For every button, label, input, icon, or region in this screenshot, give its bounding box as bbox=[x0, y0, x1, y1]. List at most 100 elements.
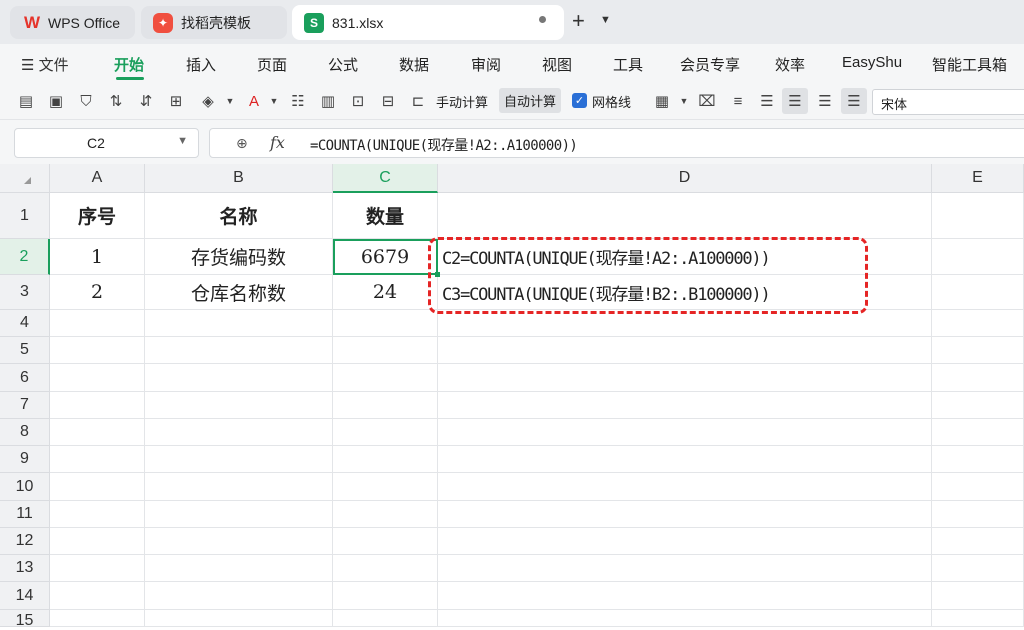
menu-formula[interactable]: 公式 bbox=[328, 54, 358, 75]
cell-c13[interactable] bbox=[333, 555, 438, 582]
menu-review[interactable]: 审阅 bbox=[471, 54, 501, 75]
cell-e1[interactable] bbox=[932, 193, 1024, 239]
cell-a5[interactable] bbox=[50, 337, 145, 364]
cell-e6[interactable] bbox=[932, 364, 1024, 392]
chevron-down-icon[interactable]: ▼ bbox=[674, 91, 694, 111]
font-family-select[interactable]: 宋体 bbox=[872, 89, 1024, 115]
cell-a7[interactable] bbox=[50, 392, 145, 419]
cell-c14[interactable] bbox=[333, 582, 438, 610]
cell-a8[interactable] bbox=[50, 419, 145, 446]
cell-d2[interactable]: C2=COUNTA(UNIQUE(现存量!A2:.A100000)) bbox=[438, 239, 932, 275]
clipboard-icon[interactable]: ▣ bbox=[46, 91, 66, 111]
row-header-7[interactable]: 7 bbox=[0, 392, 50, 419]
align-top-icon[interactable]: ≡ bbox=[728, 91, 748, 111]
cell-d8[interactable] bbox=[438, 419, 932, 446]
zoom-search-icon[interactable]: ⊕ bbox=[236, 135, 248, 152]
cell-c12[interactable] bbox=[333, 528, 438, 555]
cell-a13[interactable] bbox=[50, 555, 145, 582]
fit-icon[interactable]: ⊡ bbox=[348, 91, 368, 111]
cell-b2[interactable]: 存货编码数 bbox=[145, 239, 333, 275]
menu-efficiency[interactable]: 效率 bbox=[775, 54, 805, 75]
cell-a2[interactable]: 1 bbox=[50, 239, 145, 275]
menu-view[interactable]: 视图 bbox=[542, 54, 572, 75]
cell-b11[interactable] bbox=[145, 501, 333, 528]
row-header-15[interactable]: 15 bbox=[0, 610, 50, 629]
cell-e8[interactable] bbox=[932, 419, 1024, 446]
cell-c7[interactable] bbox=[333, 392, 438, 419]
cell-d10[interactable] bbox=[438, 473, 932, 501]
table-style-icon[interactable]: ▦ bbox=[652, 91, 672, 111]
row-header-2[interactable]: 2 bbox=[0, 239, 50, 275]
align-middle-icon[interactable]: ☰ bbox=[844, 91, 864, 111]
paste-values-icon[interactable]: ▤ bbox=[16, 91, 36, 111]
unsaved-dot-icon[interactable] bbox=[539, 16, 546, 23]
menu-member[interactable]: 会员专享 bbox=[680, 54, 740, 75]
column-header-e[interactable]: E bbox=[932, 164, 1024, 193]
cell-e3[interactable] bbox=[932, 275, 1024, 310]
fill-handle[interactable] bbox=[435, 272, 440, 277]
cell-b14[interactable] bbox=[145, 582, 333, 610]
fill-color-icon[interactable]: ◈ bbox=[198, 91, 218, 111]
cell-c5[interactable] bbox=[333, 337, 438, 364]
cell-e14[interactable] bbox=[932, 582, 1024, 610]
row-header-4[interactable]: 4 bbox=[0, 310, 50, 337]
cell-e7[interactable] bbox=[932, 392, 1024, 419]
cell-e13[interactable] bbox=[932, 555, 1024, 582]
cell-e11[interactable] bbox=[932, 501, 1024, 528]
chevron-down-icon[interactable]: ▼ bbox=[220, 91, 240, 111]
cell-b3[interactable]: 仓库名称数 bbox=[145, 275, 333, 310]
cell-e15[interactable] bbox=[932, 610, 1024, 627]
row-header-1[interactable]: 1 bbox=[0, 193, 50, 239]
row-header-14[interactable]: 14 bbox=[0, 582, 50, 610]
cell-b12[interactable] bbox=[145, 528, 333, 555]
cell-d9[interactable] bbox=[438, 446, 932, 473]
convert-icon[interactable]: ⊟ bbox=[378, 91, 398, 111]
cell-a9[interactable] bbox=[50, 446, 145, 473]
cell-c10[interactable] bbox=[333, 473, 438, 501]
new-tab-plus-icon[interactable]: + bbox=[572, 8, 585, 34]
cell-b6[interactable] bbox=[145, 364, 333, 392]
tab-docer-templates[interactable]: ✦ 找稻壳模板 bbox=[141, 6, 287, 39]
font-color-icon[interactable]: A bbox=[244, 91, 264, 111]
cell-e2[interactable] bbox=[932, 239, 1024, 275]
borders-icon[interactable]: ⊞ bbox=[166, 91, 186, 111]
cell-d5[interactable] bbox=[438, 337, 932, 364]
cell-d6[interactable] bbox=[438, 364, 932, 392]
sort-ascending-icon[interactable]: ⇅ bbox=[106, 91, 126, 111]
cell-a4[interactable] bbox=[50, 310, 145, 337]
column-header-d[interactable]: D bbox=[438, 164, 932, 193]
tab-wps-office[interactable]: W WPS Office bbox=[10, 6, 135, 39]
cell-b7[interactable] bbox=[145, 392, 333, 419]
align-center-icon[interactable]: ☰ bbox=[785, 91, 805, 111]
cell-a12[interactable] bbox=[50, 528, 145, 555]
tab-831-xlsx[interactable]: S 831.xlsx bbox=[292, 5, 564, 40]
row-header-10[interactable]: 10 bbox=[0, 473, 50, 501]
menu-home[interactable]: 开始 bbox=[114, 54, 144, 75]
menu-insert[interactable]: 插入 bbox=[186, 54, 216, 75]
cell-c3[interactable]: 24 bbox=[333, 275, 438, 310]
format-icon[interactable]: ☷ bbox=[288, 91, 308, 111]
cell-e5[interactable] bbox=[932, 337, 1024, 364]
cell-a6[interactable] bbox=[50, 364, 145, 392]
cell-e12[interactable] bbox=[932, 528, 1024, 555]
cell-b15[interactable] bbox=[145, 610, 333, 627]
cell-d7[interactable] bbox=[438, 392, 932, 419]
cell-c11[interactable] bbox=[333, 501, 438, 528]
row-header-6[interactable]: 6 bbox=[0, 364, 50, 392]
cell-d13[interactable] bbox=[438, 555, 932, 582]
row-header-8[interactable]: 8 bbox=[0, 419, 50, 446]
cell-a11[interactable] bbox=[50, 501, 145, 528]
select-all-corner[interactable] bbox=[0, 164, 50, 193]
cell-b4[interactable] bbox=[145, 310, 333, 337]
menu-smart-toolbox[interactable]: 智能工具箱 bbox=[932, 54, 1007, 75]
column-header-c[interactable]: C bbox=[333, 164, 438, 193]
cell-d14[interactable] bbox=[438, 582, 932, 610]
row-header-9[interactable]: 9 bbox=[0, 446, 50, 473]
cell-e10[interactable] bbox=[932, 473, 1024, 501]
cell-b1[interactable]: 名称 bbox=[145, 193, 333, 239]
cell-b9[interactable] bbox=[145, 446, 333, 473]
auto-calc-button[interactable]: 自动计算 bbox=[499, 88, 562, 113]
row-header-12[interactable]: 12 bbox=[0, 528, 50, 555]
menu-tools[interactable]: 工具 bbox=[613, 54, 643, 75]
gridlines-checkbox[interactable]: ✓ bbox=[572, 93, 587, 108]
